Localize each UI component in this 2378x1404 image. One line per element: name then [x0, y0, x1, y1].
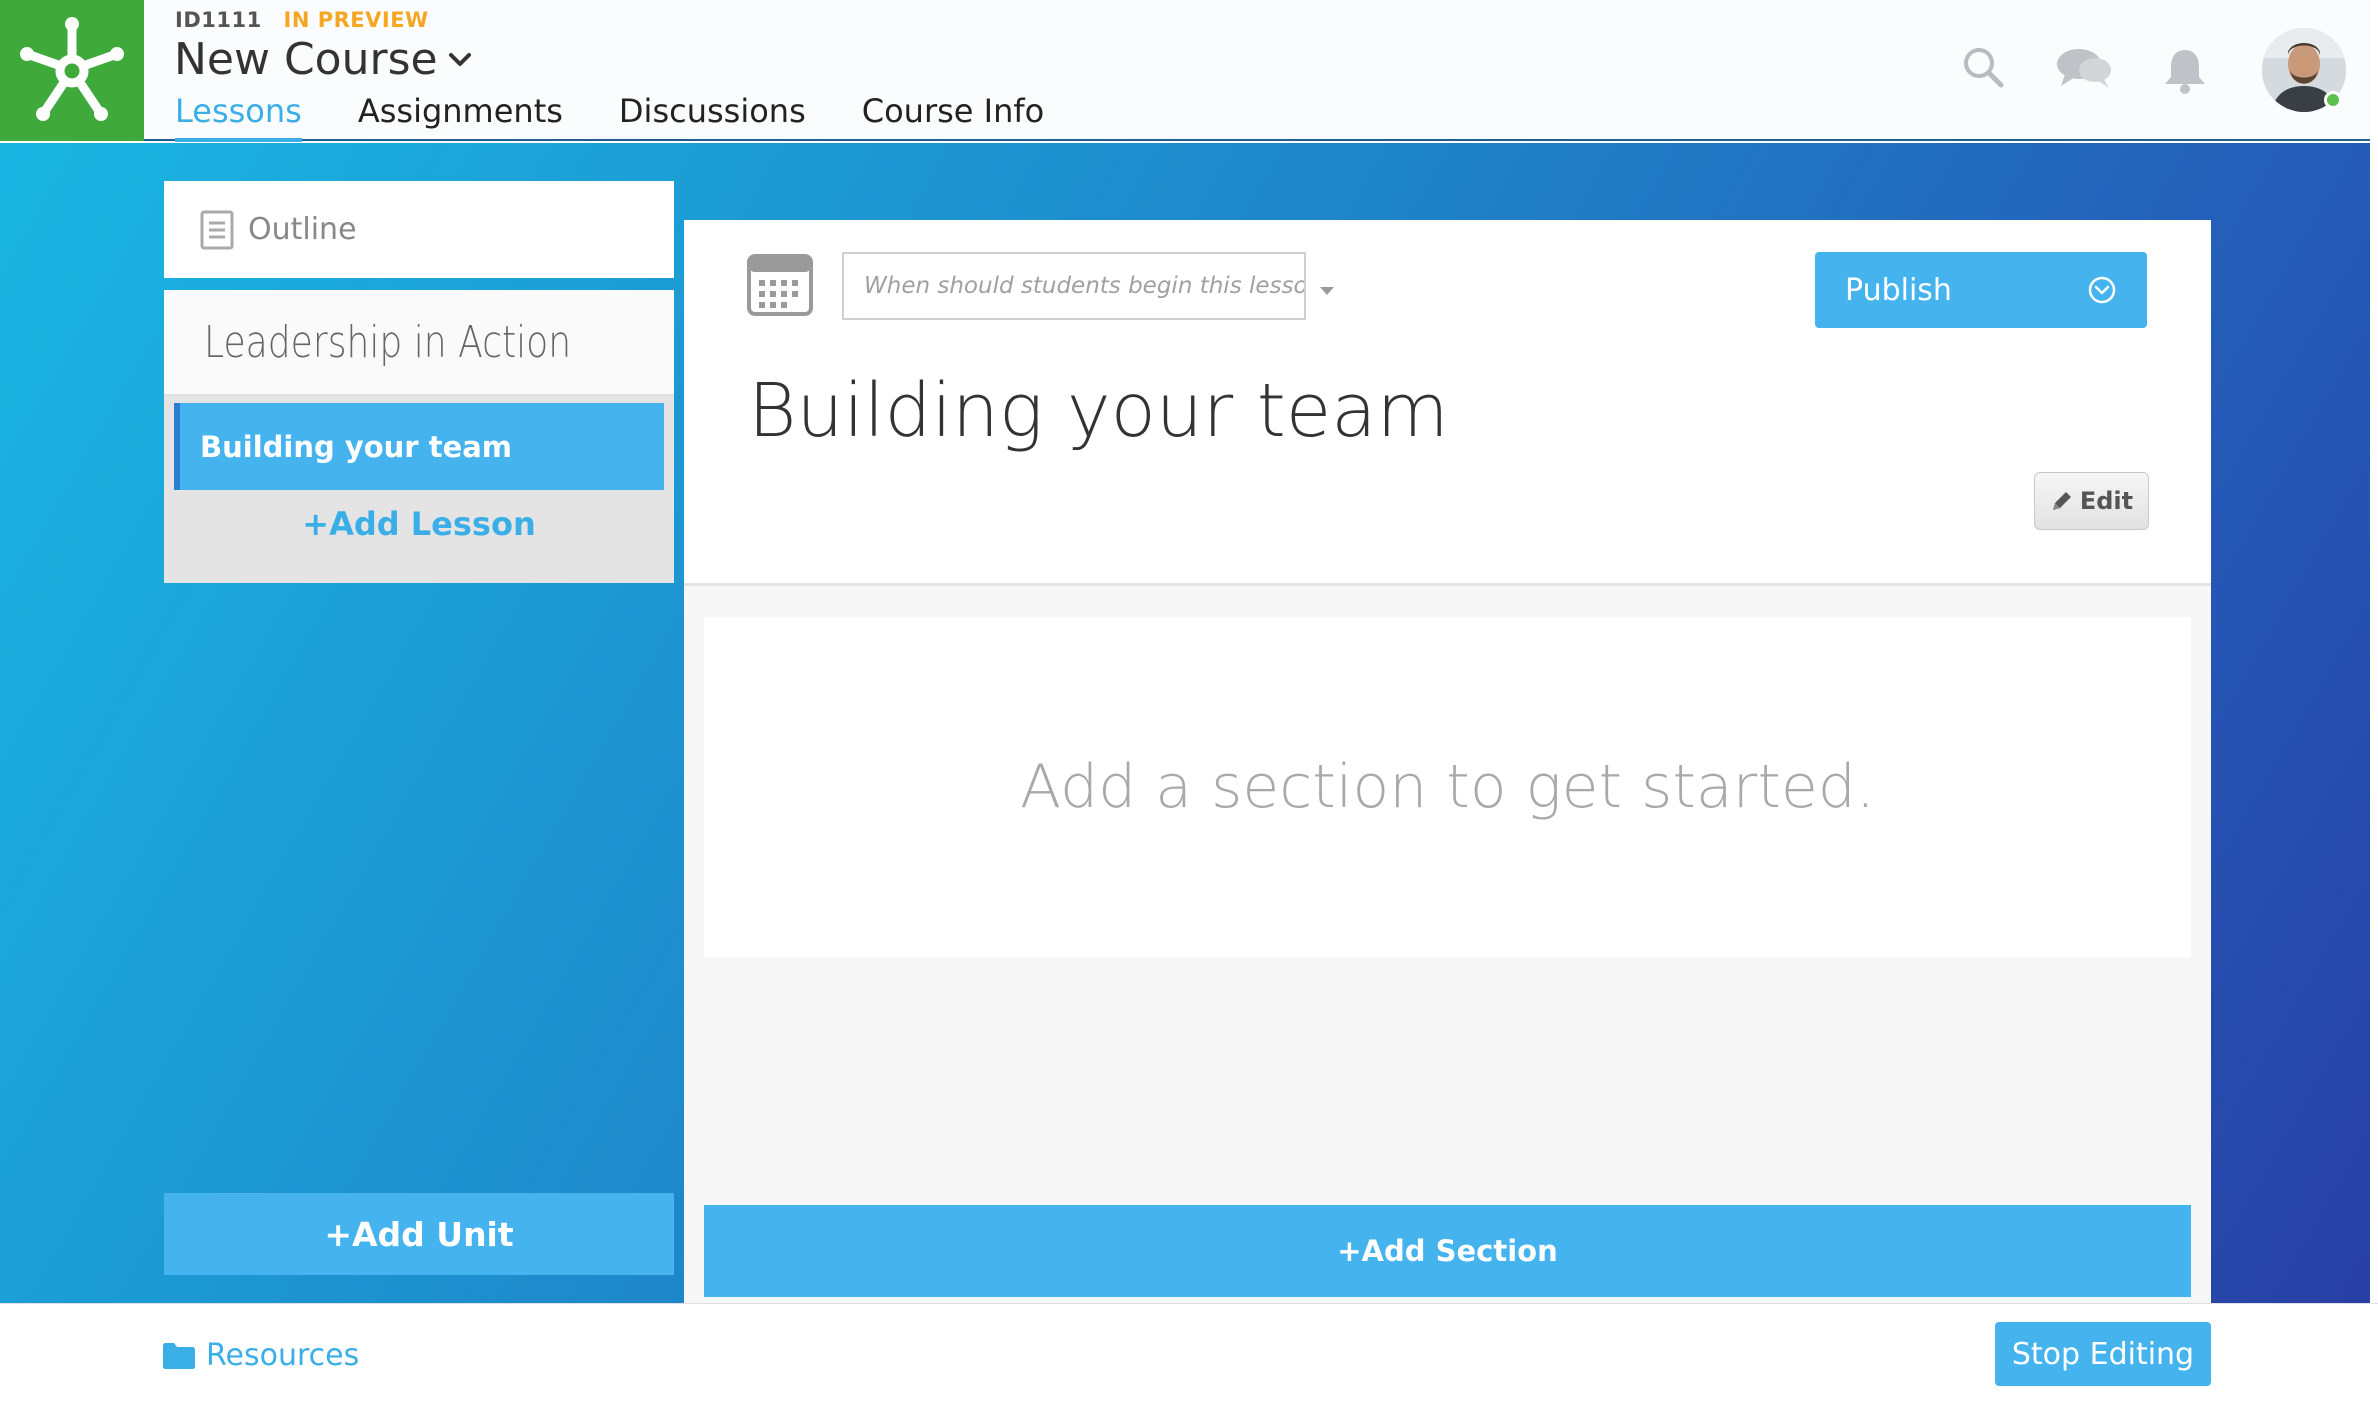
star-logo-icon	[20, 16, 124, 121]
outline-label: Outline	[248, 212, 357, 247]
resources-label: Resources	[206, 1338, 360, 1373]
unit-title: Leadership in Action	[204, 316, 572, 368]
tab-assignments[interactable]: Assignments	[358, 92, 563, 142]
chevron-down-icon	[448, 52, 472, 68]
calendar-icon[interactable]	[746, 250, 814, 322]
empty-section-placeholder: Add a section to get started.	[704, 617, 2191, 957]
empty-state-message: Add a section to get started.	[1020, 752, 1875, 822]
course-tabs: Lessons Assignments Discussions Course I…	[175, 92, 1100, 142]
course-meta: ID1111 IN PREVIEW	[175, 8, 429, 32]
course-title: New Course	[174, 34, 438, 85]
tab-lessons[interactable]: Lessons	[175, 92, 302, 142]
add-unit-button[interactable]: +Add Unit	[164, 1193, 674, 1275]
online-status-indicator	[2324, 91, 2342, 109]
unit-card: Leadership in Action Building your team …	[164, 290, 674, 583]
tab-course-info[interactable]: Course Info	[862, 92, 1044, 142]
search-icon[interactable]	[1962, 46, 2004, 92]
course-title-dropdown[interactable]: New Course	[174, 34, 472, 85]
pencil-icon	[2050, 489, 2074, 513]
lesson-editor-panel: Publish Building your team Edit Add a se…	[684, 220, 2211, 1303]
chat-icon[interactable]	[2055, 46, 2113, 94]
edit-label: Edit	[2079, 487, 2134, 515]
tab-discussions[interactable]: Discussions	[619, 92, 806, 142]
edit-button[interactable]: Edit	[2034, 472, 2149, 530]
folder-icon	[162, 1342, 196, 1370]
document-icon	[200, 210, 234, 249]
publish-button[interactable]: Publish	[1815, 252, 2147, 328]
course-id: ID1111	[175, 8, 262, 32]
date-dropdown-caret-icon[interactable]	[1318, 282, 1336, 301]
top-header: ID1111 IN PREVIEW New Course Lessons Ass…	[0, 0, 2378, 142]
footer-bar: Resources Stop Editing	[0, 1303, 2378, 1404]
app-logo[interactable]	[0, 0, 144, 141]
window-edge	[2370, 0, 2378, 1404]
add-lesson-button[interactable]: +Add Lesson	[164, 505, 674, 543]
add-section-button[interactable]: +Add Section	[704, 1205, 2191, 1297]
chevron-circle-down-icon	[2088, 276, 2116, 304]
unit-header[interactable]: Leadership in Action	[164, 290, 674, 395]
bell-icon[interactable]	[2162, 46, 2208, 98]
sidebar-item-lesson[interactable]: Building your team	[174, 403, 664, 490]
start-date-input[interactable]	[842, 252, 1306, 320]
stop-editing-button[interactable]: Stop Editing	[1995, 1322, 2211, 1386]
outline-button[interactable]: Outline	[164, 181, 674, 278]
resources-link[interactable]: Resources	[162, 1338, 359, 1373]
lesson-header: Publish Building your team Edit	[684, 220, 2211, 586]
course-status-badge: IN PREVIEW	[283, 8, 429, 32]
lesson-item-label: Building your team	[200, 429, 513, 464]
publish-label: Publish	[1845, 272, 1952, 308]
lesson-title: Building your team	[748, 368, 1449, 454]
